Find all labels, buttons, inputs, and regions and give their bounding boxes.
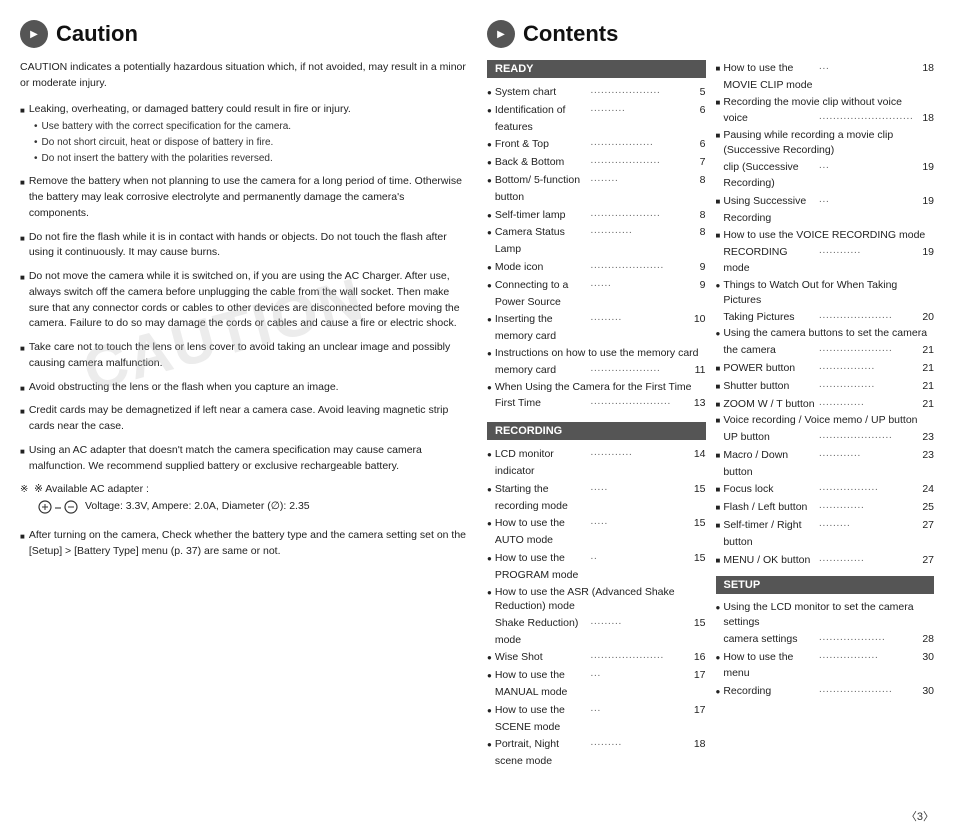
list-item: ● Using the LCD monitor to set the camer… [716,600,935,629]
list-item: ■ Pausing while recording a movie clip (… [716,128,935,157]
list-item: ● Instructions on how to use the memory … [487,346,706,361]
list-item: ● How to use the SCENE mode ··· 17 [487,702,706,736]
ready-label: READY [487,60,706,78]
recording-label: RECORDING [487,422,706,440]
setup-label: SETUP [716,576,935,594]
list-item: ■ RECORDING mode ············ 19 [716,244,935,278]
contents-title: Contents [523,21,618,47]
list-item: ● Bottom/ 5-function button ········ 8 [487,172,706,206]
list-item: ■ Voice recording / Voice memo / UP butt… [716,413,935,428]
list-item: ● Things to Watch Out for When Taking Pi… [716,278,935,307]
list-item: ■ Self-timer / Right button ········· 27 [716,517,935,551]
caution-title: Caution [56,21,138,47]
bullet-1-subs: Use battery with the correct specificati… [34,119,467,166]
list-item: ■ UP button ····················· 23 [716,429,935,446]
list-item: ■ ZOOM W / T button ············· 21 [716,396,935,413]
list-item: ● Identification of features ·········· … [487,102,706,136]
list-item: ● Connecting to a Power Source ······ 9 [487,277,706,311]
list-item: ● LCD monitor indicator ············ 14 [487,446,706,480]
list-item: ● Shake Reduction) mode ········· 15 [487,615,706,649]
list-item: ● the camera ····················· 21 [716,342,935,359]
recording-list: ● LCD monitor indicator ············ 14 … [487,446,706,770]
bullet-6: Avoid obstructing the lens or the flash … [20,380,467,396]
list-item: ● Back & Bottom ···················· 7 [487,154,706,171]
list-item: ■ How to use the MOVIE CLIP mode ··· 18 [716,60,935,94]
list-item: ■ How to use the VOICE RECORDING mode [716,228,935,243]
list-item: ● Wise Shot ····················· 16 [487,649,706,666]
contents-arrow-icon [487,20,515,48]
bullet-4: Do not move the camera while it is switc… [20,269,467,332]
contents-col-left: READY ● System chart ···················… [487,60,706,780]
list-item: ● System chart ···················· 5 [487,84,706,101]
contents-header: Contents [487,20,934,48]
list-item: ● First Time ······················· 13 [487,395,706,412]
list-item: ■ Using Successive Recording ··· 19 [716,193,935,227]
list-item: ● Portrait, Night scene mode ········· 1… [487,736,706,770]
list-item: ● When Using the Camera for the First Ti… [487,380,706,395]
setup-section: SETUP ● Using the LCD monitor to set the… [716,576,935,700]
ready-list: ● System chart ···················· 5 ● … [487,84,706,412]
list-item: ● Using the camera buttons to set the ca… [716,326,935,341]
list-item: ■ MENU / OK button ············· 27 [716,552,935,569]
list-item: ● Camera Status Lamp ············ 8 [487,224,706,258]
list-item: ■ Flash / Left button ············· 25 [716,499,935,516]
bullet-1: Leaking, overheating, or damaged battery… [20,102,467,167]
list-item: ■ POWER button ················ 21 [716,360,935,377]
list-item: ● Inserting the memory card ········· 10 [487,311,706,345]
bullet-7: Credit cards may be demagnetized if left… [20,403,467,435]
bullet-1-text: Leaking, overheating, or damaged battery… [29,102,351,118]
ready-section: READY ● System chart ···················… [487,60,706,412]
setup-list: ● Using the LCD monitor to set the camer… [716,600,935,700]
list-item: ■ Focus lock ················· 24 [716,481,935,498]
list-item: ● memory card ···················· 11 [487,362,706,379]
list-item: ● How to use the MANUAL mode ··· 17 [487,667,706,701]
list-item: ■ voice ···························· 18 [716,110,935,127]
list-item: ■ Shutter button ················ 21 [716,378,935,395]
list-item: ● Taking Pictures ····················· … [716,309,935,326]
list-item: ■ Macro / Down button ············ 23 [716,447,935,481]
caution-intro: CAUTION indicates a potentially hazardou… [20,60,467,92]
recording-section: RECORDING ● LCD monitor indicator ······… [487,422,706,770]
page-number: 〈3〉 [906,811,934,823]
bullet-3: Do not fire the flash while it is in con… [20,230,467,262]
list-item: ■ clip (Successive Recording) ··· 19 [716,159,935,193]
list-item: ● camera settings ··················· 28 [716,631,935,648]
note-adapter: ※ ※ Available AC adapter : ⎯ Voltage: 3.… [20,482,467,520]
bullet-5: Take care not to touch the lens or lens … [20,340,467,372]
list-item: ● Self-timer lamp ···················· 8 [487,207,706,224]
list-item: ● Recording ····················· 30 [716,683,935,700]
contents-two-col: READY ● System chart ···················… [487,60,934,780]
page-footer: 〈3〉 [0,800,954,832]
list-item: ● How to use the ASR (Advanced Shake Red… [487,585,706,614]
list-item: ● Mode icon ····················· 9 [487,259,706,276]
list-item: ■ Recording the movie clip without voice [716,95,935,110]
list-item: ● Starting the recording mode ····· 15 [487,481,706,515]
bullet-2: Remove the battery when not planning to … [20,174,467,221]
caution-arrow-icon [20,20,48,48]
right-col-list: ■ How to use the MOVIE CLIP mode ··· 18 … [716,60,935,568]
caution-header: Caution [20,20,467,48]
list-item: ● How to use the PROGRAM mode ·· 15 [487,550,706,584]
bullet-8: Using an AC adapter that doesn't match t… [20,443,467,475]
contents-col-right: ■ How to use the MOVIE CLIP mode ··· 18 … [716,60,935,780]
list-item: ● Front & Top ·················· 6 [487,136,706,153]
list-item: ● How to use the menu ················· … [716,649,935,683]
list-item: ● How to use the AUTO mode ····· 15 [487,515,706,549]
bullet-last: After turning on the camera, Check wheth… [20,528,467,560]
